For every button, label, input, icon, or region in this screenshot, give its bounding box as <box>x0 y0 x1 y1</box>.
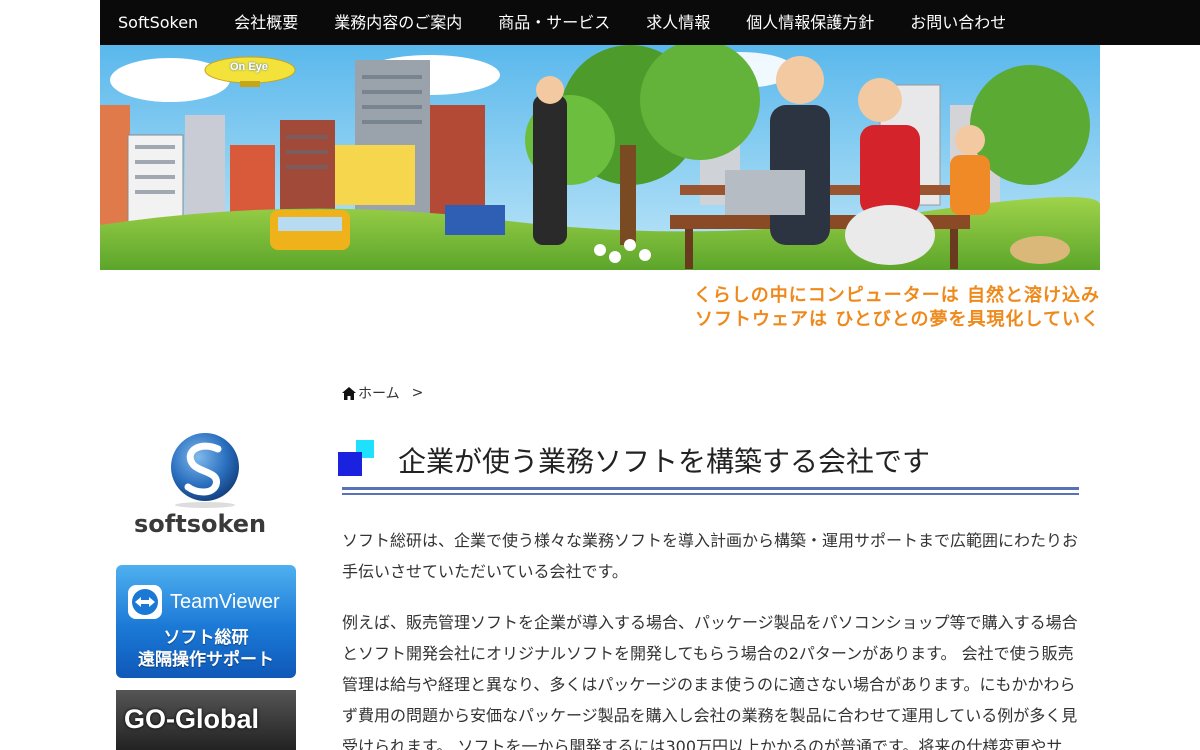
nav-item-home[interactable]: SoftSoken <box>100 0 216 45</box>
nav-item-recruit[interactable]: 求人情報 <box>628 0 728 45</box>
nav-item-contact[interactable]: お問い合わせ <box>892 0 1024 45</box>
paragraph-intro: ソフト総研は、企業で使う様々な業務ソフトを導入計画から構築・運用サポートまで広範… <box>342 531 1079 581</box>
nav-item-business[interactable]: 業務内容のご案内 <box>316 0 480 45</box>
teamviewer-support-banner[interactable]: TeamViewer ソフト総研 遠隔操作サポート <box>116 565 296 678</box>
home-icon <box>342 386 356 400</box>
goglobal-name: GO-Global <box>124 704 259 734</box>
nav-item-company[interactable]: 会社概要 <box>216 0 316 45</box>
heading-divider <box>342 487 1079 495</box>
top-nav: SoftSoken 会社概要 業務内容のご案内 商品・サービス 求人情報 個人情… <box>100 0 1200 45</box>
logo-wordmark: softsoken <box>134 510 267 538</box>
blimp-label: On Eye <box>230 61 268 73</box>
teamviewer-icon <box>128 585 162 619</box>
city-park-illustration <box>100 45 1100 270</box>
tagline-line-1: くらしの中にコンピューターは 自然と溶け込み <box>693 285 1100 306</box>
page-title: 企業が使う業務ソフトを構築する会社です <box>398 445 931 478</box>
breadcrumb: ホーム > <box>342 383 423 403</box>
breadcrumb-separator: > <box>411 385 424 401</box>
hero-banner: On Eye <box>100 45 1100 270</box>
heading-square-icon <box>338 440 374 476</box>
goglobal-banner[interactable]: GO-Global <box>116 690 296 750</box>
teamviewer-name: TeamViewer <box>170 591 280 613</box>
paragraph-example: 例えば、販売管理ソフトを企業が導入する場合、パッケージ製品をパソコンショップ等で… <box>342 613 1078 750</box>
tagline-line-2: ソフトウェアは ひとびとの夢を具現化していく <box>694 309 1100 330</box>
teamviewer-line-2: 遠隔操作サポート <box>138 650 274 670</box>
breadcrumb-home-link[interactable]: ホーム <box>358 383 400 403</box>
tagline: くらしの中にコンピューターは 自然と溶け込み ソフトウェアは ひとびとの夢を具現… <box>694 284 1100 332</box>
main-content: ソフト総研は、企業で使う様々な業務ソフトを導入計画から構築・運用サポートまで広範… <box>342 525 1082 750</box>
nav-item-products[interactable]: 商品・サービス <box>480 0 628 45</box>
nav-item-privacy[interactable]: 個人情報保護方針 <box>728 0 892 45</box>
